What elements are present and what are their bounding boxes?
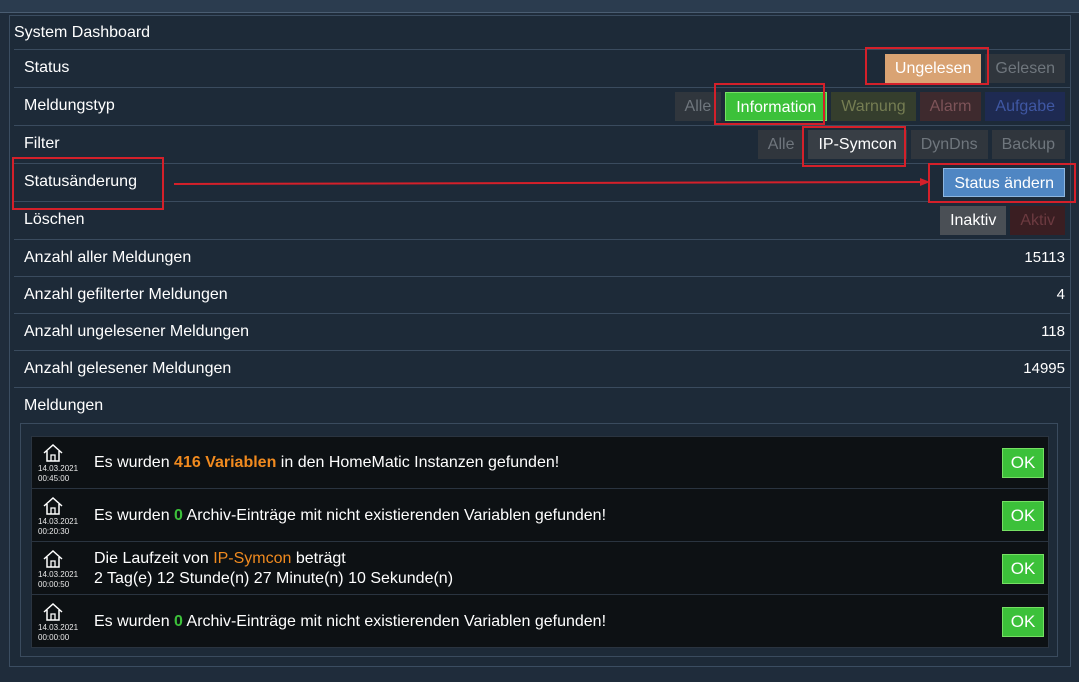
stat-label: Anzahl aller Meldungen — [24, 249, 192, 266]
meldungen-container: 14.03.2021 00:45:00 Es wurden 416 Variab… — [20, 423, 1058, 657]
list-item: 14.03.2021 00:20:30 Es wurden 0 Archiv-E… — [32, 490, 1048, 542]
stat-row-unread: Anzahl ungelesener Meldungen 118 — [14, 313, 1070, 350]
message-text-line2: 2 Tag(e) 12 Stunde(n) 27 Minute(n) 10 Se… — [94, 570, 454, 587]
message-text-pre: Die Laufzeit von — [94, 550, 214, 567]
message-timestamp: 14.03.2021 00:00:50 — [38, 570, 86, 590]
message-text: Die Laufzeit von IP-Symcon beträgt 2 Tag(… — [94, 549, 453, 589]
message-highlight: 0 — [174, 613, 183, 630]
message-text-post: in den HomeMatic Instanzen gefunden! — [276, 454, 560, 471]
list-item: 14.03.2021 00:00:50 Die Laufzeit von IP-… — [32, 543, 1048, 595]
list-item: 14.03.2021 00:45:00 Es wurden 416 Variab… — [32, 437, 1048, 489]
message-text-pre: Es wurden — [94, 613, 175, 630]
filter-dyndns-button[interactable]: DynDns — [910, 130, 988, 159]
type-aufgabe-button[interactable]: Aufgabe — [985, 92, 1065, 121]
ok-button[interactable]: OK — [1002, 554, 1044, 584]
ok-button[interactable]: OK — [1002, 607, 1044, 637]
status-gelesen-button[interactable]: Gelesen — [985, 54, 1065, 83]
stat-label: Anzahl gefilterter Meldungen — [24, 286, 228, 303]
message-text-pre: Es wurden — [94, 507, 175, 524]
type-information-button[interactable]: Information — [725, 92, 828, 121]
stat-value: 14995 — [1023, 360, 1065, 377]
stat-row-total: Anzahl aller Meldungen 15113 — [14, 239, 1070, 276]
ok-button[interactable]: OK — [1002, 448, 1044, 478]
loeschen-aktiv-button[interactable]: Aktiv — [1010, 206, 1065, 235]
message-timestamp: 14.03.2021 00:20:30 — [38, 517, 86, 537]
message-time: 00:00:00 — [38, 633, 70, 642]
message-time: 00:00:50 — [38, 580, 70, 589]
type-warnung-button[interactable]: Warnung — [831, 92, 916, 121]
filter-ipsymcon-button[interactable]: IP-Symcon — [808, 130, 907, 159]
message-highlight: 416 Variablen — [174, 454, 277, 471]
meldungen-label: Meldungen — [24, 397, 104, 414]
type-alarm-button[interactable]: Alarm — [919, 92, 982, 121]
ok-button[interactable]: OK — [1002, 501, 1044, 531]
type-alle-button[interactable]: Alle — [674, 92, 722, 121]
message-highlight: 0 — [174, 507, 183, 524]
message-timestamp: 14.03.2021 00:45:00 — [38, 464, 86, 484]
message-text-post: Archiv-Einträge mit nicht existierenden … — [182, 507, 607, 524]
message-text-post: Archiv-Einträge mit nicht existierenden … — [182, 613, 607, 630]
top-bar — [0, 0, 1079, 13]
message-text: Es wurden 0 Archiv-Einträge mit nicht ex… — [94, 612, 606, 632]
stat-label: Anzahl ungelesener Meldungen — [24, 323, 250, 340]
message-time: 00:20:30 — [38, 527, 70, 536]
stat-value: 15113 — [1024, 249, 1065, 266]
stat-value: 118 — [1041, 323, 1065, 340]
message-date: 14.03.2021 — [38, 623, 79, 632]
status-ungelesen-button[interactable]: Ungelesen — [884, 54, 982, 83]
meldungen-list[interactable]: 14.03.2021 00:45:00 Es wurden 416 Variab… — [31, 436, 1049, 648]
list-item: 14.03.2021 00:00:00 Es wurden 0 Archiv-E… — [32, 596, 1048, 648]
filter-label: Filter — [24, 135, 60, 152]
loeschen-label: Löschen — [24, 211, 85, 228]
stat-row-read: Anzahl gelesener Meldungen 14995 — [14, 350, 1070, 387]
meldungstyp-row: Meldungstyp Alle Information Warnung Ala… — [14, 87, 1070, 124]
filter-alle-button[interactable]: Alle — [757, 130, 805, 159]
status-aendern-button[interactable]: Status ändern — [943, 168, 1065, 197]
meldungstyp-label: Meldungstyp — [24, 97, 115, 114]
message-date: 14.03.2021 — [38, 570, 79, 579]
message-time: 00:45:00 — [38, 474, 70, 483]
message-text: Es wurden 416 Variablen in den HomeMatic… — [94, 453, 559, 473]
message-timestamp: 14.03.2021 00:00:00 — [38, 623, 86, 643]
stat-label: Anzahl gelesener Meldungen — [24, 360, 232, 377]
filter-row: Filter Alle IP-Symcon DynDns Backup — [14, 125, 1070, 162]
stat-row-filtered: Anzahl gefilterter Meldungen 4 — [14, 276, 1070, 313]
message-text-post: beträgt — [291, 550, 346, 567]
home-icon — [43, 602, 63, 621]
loeschen-row: Löschen Inaktiv Aktiv — [14, 201, 1070, 238]
message-date: 14.03.2021 — [38, 464, 79, 473]
message-text: Es wurden 0 Archiv-Einträge mit nicht ex… — [94, 506, 606, 526]
status-row: Status Ungelesen Gelesen — [14, 49, 1070, 86]
home-icon — [43, 549, 63, 568]
home-icon — [43, 443, 63, 462]
message-date: 14.03.2021 — [38, 517, 79, 526]
message-highlight: IP-Symcon — [213, 550, 292, 567]
panel-title: System Dashboard — [14, 24, 151, 41]
status-label: Status — [24, 59, 70, 76]
stat-value: 4 — [1056, 286, 1065, 303]
loeschen-inaktiv-button[interactable]: Inaktiv — [940, 206, 1007, 235]
home-icon — [43, 496, 63, 515]
statusaenderung-label: Statusänderung — [24, 173, 137, 190]
filter-backup-button[interactable]: Backup — [991, 130, 1065, 159]
message-text-pre: Es wurden — [94, 454, 175, 471]
annotation-arrow — [173, 178, 930, 186]
